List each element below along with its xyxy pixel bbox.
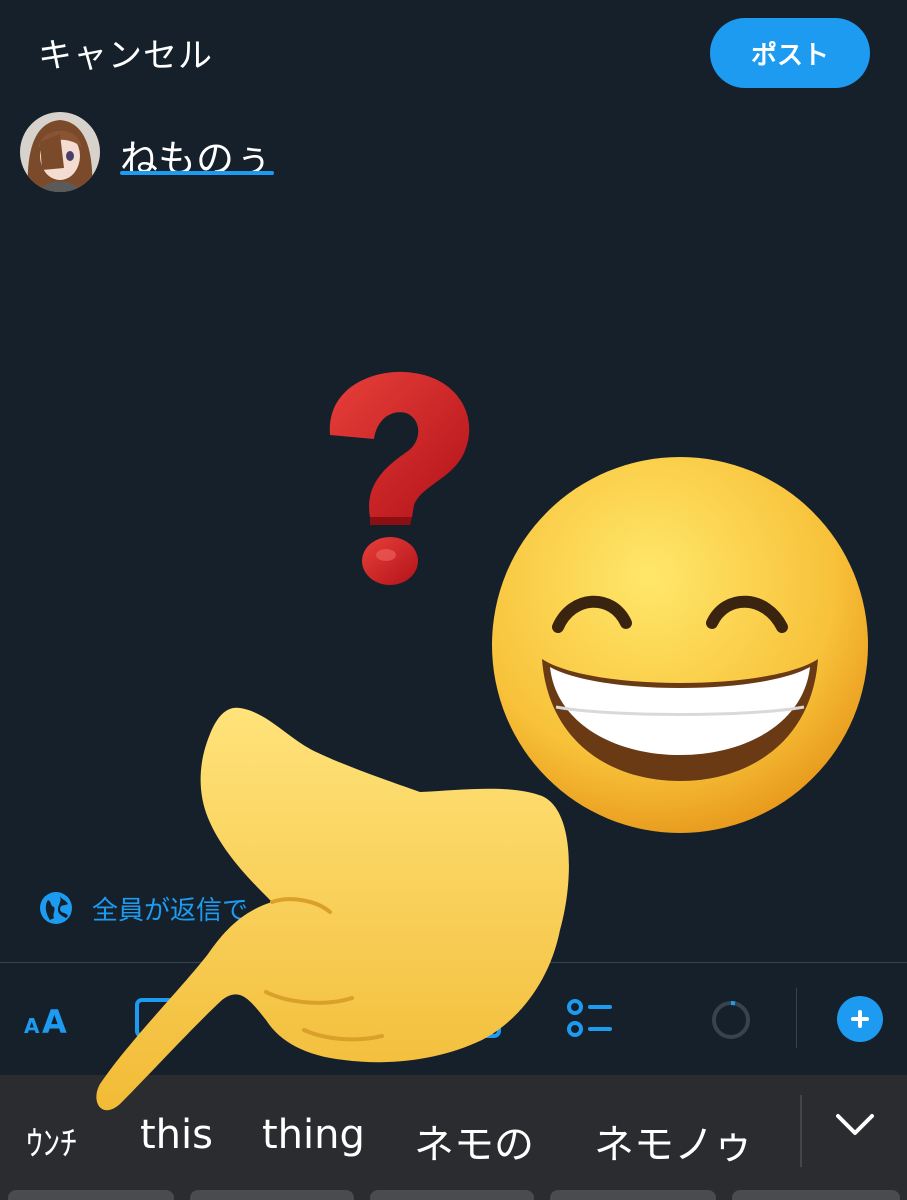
keyboard-key[interactable] [550,1190,716,1200]
post-button[interactable]: ポスト [710,18,870,88]
text-cursor-underline [120,171,274,175]
suggestion-1[interactable]: ｳﾝﾁ [26,1116,77,1165]
suggestion-separator [800,1095,802,1167]
keyboard-key[interactable] [732,1190,900,1200]
keyboard-key[interactable] [8,1190,174,1200]
add-thread-icon[interactable] [836,995,884,1047]
keyboard-key[interactable] [370,1190,534,1200]
cancel-button[interactable]: キャンセル [38,28,213,77]
svg-text:A: A [24,1014,40,1037]
toolbar-separator [796,988,797,1048]
pointing-hand-icon [90,700,580,1124]
keyboard-key[interactable] [190,1190,354,1200]
avatar[interactable] [20,112,100,192]
character-count-icon [710,999,752,1045]
chevron-down-icon[interactable] [834,1110,876,1144]
suggestion-5[interactable]: ネモノゥ [594,1112,753,1170]
compose-header: キャンセル ポスト [0,0,907,100]
globe-icon [40,892,72,924]
question-mark-icon [318,365,478,594]
svg-text:A: A [42,1003,67,1037]
text-format-icon[interactable]: A A [22,1001,74,1041]
